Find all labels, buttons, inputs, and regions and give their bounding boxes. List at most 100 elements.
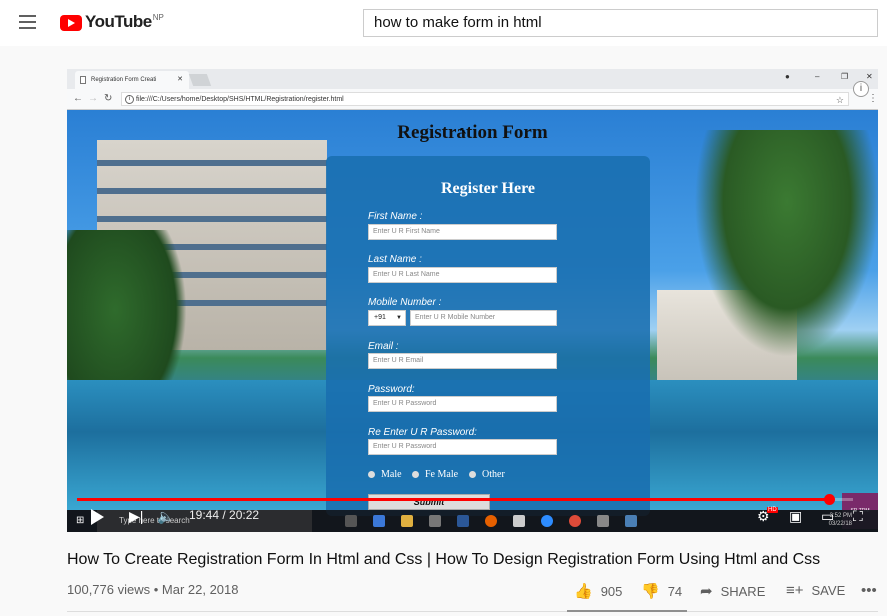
app-icon bbox=[625, 515, 637, 527]
mobile-input: Enter U R Mobile Number bbox=[410, 310, 557, 326]
radio-icon bbox=[412, 471, 419, 479]
progress-bar[interactable] bbox=[77, 494, 853, 505]
volume-icon[interactable]: 🔈 bbox=[157, 507, 174, 525]
divider-highlight bbox=[567, 610, 687, 612]
search-input[interactable]: how to make form in html bbox=[363, 9, 878, 37]
app-icon bbox=[513, 515, 525, 527]
restore-icon: ❐ bbox=[841, 72, 849, 81]
hd-badge: HD bbox=[767, 507, 778, 513]
file-explorer-icon bbox=[401, 515, 413, 527]
registration-form: Register Here First Name : Enter U R Fir… bbox=[326, 156, 650, 516]
play-button[interactable] bbox=[91, 509, 104, 525]
first-name-label: First Name : bbox=[368, 211, 423, 222]
palm-tree-right bbox=[687, 130, 878, 370]
gender-other-radio: Other bbox=[469, 469, 505, 480]
more-actions-button[interactable]: ••• bbox=[861, 582, 885, 599]
first-name-input: Enter U R First Name bbox=[368, 224, 557, 240]
last-name-input: Enter U R Last Name bbox=[368, 267, 557, 283]
password-label: Password: bbox=[368, 384, 415, 395]
edge-icon bbox=[373, 515, 385, 527]
video-meta: 100,776 views • Mar 22, 2018 bbox=[67, 582, 239, 597]
share-button[interactable]: ➦ SHARE bbox=[700, 582, 765, 600]
bookmark-star-icon: ☆ bbox=[835, 95, 844, 105]
region-code: NP bbox=[152, 13, 164, 22]
reenter-password-input: Enter U R Password bbox=[368, 439, 557, 455]
dislike-button[interactable]: 👎 74 bbox=[641, 582, 682, 600]
tab-close-icon: ✕ bbox=[177, 76, 183, 83]
country-code-value: +91 bbox=[374, 314, 386, 321]
like-button[interactable]: 👍 905 bbox=[574, 582, 622, 600]
calculator-icon bbox=[345, 515, 357, 527]
close-window-icon: ✕ bbox=[866, 72, 873, 81]
share-icon: ➦ bbox=[700, 583, 713, 600]
firefox-icon bbox=[485, 515, 497, 527]
forward-icon: → bbox=[88, 93, 98, 104]
youtube-logo[interactable]: YouTube NP bbox=[60, 12, 164, 34]
mouse-cursor-icon: ↖ bbox=[459, 126, 468, 137]
app-icon bbox=[597, 515, 609, 527]
mobile-label: Mobile Number : bbox=[368, 297, 442, 308]
reload-icon: ↻ bbox=[104, 93, 113, 104]
video-info-icon[interactable]: i bbox=[853, 81, 869, 97]
back-icon: ← bbox=[73, 93, 83, 104]
more-icon: ••• bbox=[861, 582, 877, 599]
youtube-header: YouTube NP how to make form in html bbox=[0, 0, 887, 46]
time-display: 19:44 / 20:22 bbox=[189, 508, 260, 522]
browser-tab: Registration Form Creati ✕ bbox=[75, 71, 189, 89]
save-button[interactable]: ≡+ SAVE bbox=[786, 582, 845, 599]
page-title: Registration Form bbox=[397, 122, 548, 143]
url-text: file:///C:/Users/home/Desktop/SHS/HTML/R… bbox=[136, 96, 344, 103]
like-count: 905 bbox=[600, 583, 623, 599]
youtube-play-icon bbox=[60, 15, 82, 31]
last-name-label: Last Name : bbox=[368, 254, 422, 265]
dropdown-arrow-icon: ▼ bbox=[396, 315, 402, 321]
radio-icon bbox=[368, 471, 375, 479]
share-label: SHARE bbox=[720, 583, 766, 599]
menu-icon[interactable] bbox=[19, 15, 36, 29]
thumbs-down-icon: 👎 bbox=[641, 583, 660, 600]
password-input: Enter U R Password bbox=[368, 396, 557, 412]
gender-female-label: Fe Male bbox=[425, 469, 459, 480]
thumbs-up-icon: 👍 bbox=[574, 583, 593, 600]
email-input: Enter U R Email bbox=[368, 353, 557, 369]
progress-fill bbox=[77, 498, 829, 501]
page-icon bbox=[80, 76, 86, 84]
store-icon bbox=[429, 515, 441, 527]
progress-scrubber[interactable] bbox=[823, 494, 835, 505]
gender-female-radio: Fe Male bbox=[412, 469, 458, 480]
browser-address-bar: ← → ↻ i file:///C:/Users/home/Desktop/SH… bbox=[67, 89, 878, 110]
video-frame: Registration Form ↖ Register Here First … bbox=[67, 110, 878, 529]
info-icon: i bbox=[125, 95, 134, 104]
divider bbox=[67, 611, 878, 612]
submit-button: Submit bbox=[368, 494, 490, 510]
logo-text: YouTube bbox=[85, 12, 152, 31]
browser-tab-bar: Registration Form Creati ✕ ● – ❐ ✕ bbox=[67, 69, 878, 89]
chrome-menu-icon: ⋮ bbox=[868, 93, 878, 104]
video-title: How To Create Registration Form In Html … bbox=[67, 551, 821, 568]
next-button[interactable]: ▶| bbox=[129, 507, 143, 525]
dislike-count: 74 bbox=[667, 583, 683, 599]
radio-icon bbox=[469, 471, 476, 479]
url-field: i file:///C:/Users/home/Desktop/SHS/HTML… bbox=[121, 92, 849, 106]
save-label: SAVE bbox=[811, 583, 846, 598]
zoom-icon bbox=[541, 515, 553, 527]
video-player[interactable]: Registration Form Creati ✕ ● – ❐ ✕ ← → ↻… bbox=[67, 69, 878, 532]
gender-other-label: Other bbox=[482, 469, 505, 480]
reenter-password-label: Re Enter U R Password: bbox=[368, 427, 477, 438]
gender-male-label: Male bbox=[381, 469, 402, 480]
country-code-select: +91 ▼ bbox=[368, 310, 406, 326]
email-label: Email : bbox=[368, 341, 399, 352]
theater-mode-icon[interactable]: ▭ bbox=[821, 507, 834, 525]
profile-icon: ● bbox=[785, 72, 790, 81]
new-tab-icon bbox=[188, 74, 212, 86]
form-heading: Register Here bbox=[440, 180, 536, 197]
chrome-icon bbox=[569, 515, 581, 527]
fullscreen-icon[interactable]: ⛶ bbox=[853, 507, 863, 525]
tab-title: Registration Form Creati bbox=[91, 77, 157, 83]
gender-male-radio: Male bbox=[368, 469, 402, 480]
playlist-add-icon: ≡+ bbox=[786, 582, 804, 599]
word-icon bbox=[457, 515, 469, 527]
minimize-icon: – bbox=[815, 72, 820, 81]
miniplayer-icon[interactable]: ▣ bbox=[789, 507, 802, 525]
windows-start-icon: ⊞ bbox=[76, 515, 85, 526]
